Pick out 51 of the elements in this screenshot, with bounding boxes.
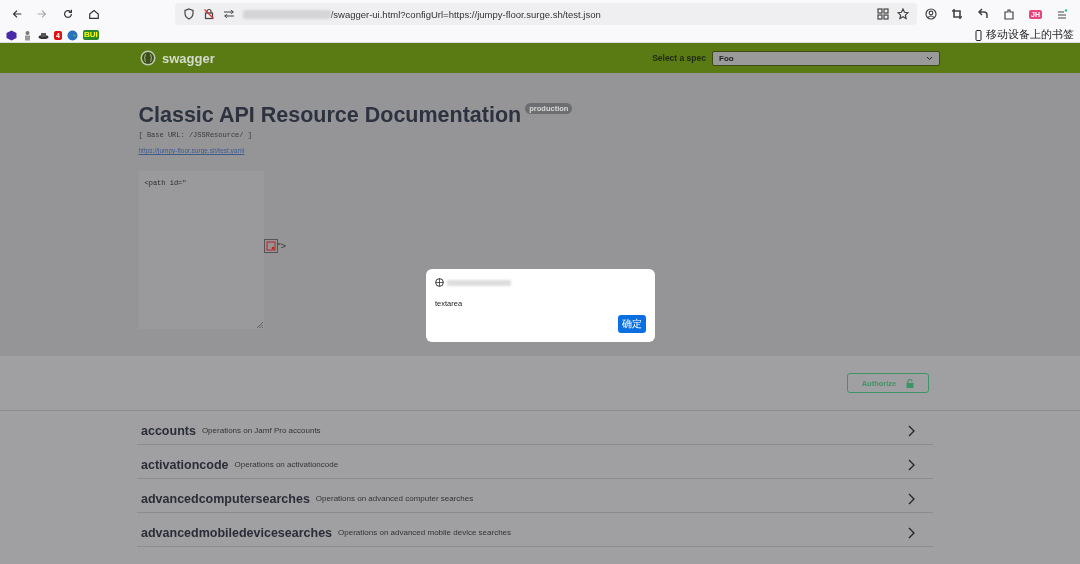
address-bar[interactable]: /swagger-ui.html?configUrl=https://jumpy-floor.surge.sh/test.json bbox=[174, 3, 918, 25]
globe-icon bbox=[435, 278, 444, 287]
spec-select[interactable]: Foo bbox=[712, 50, 940, 66]
tag-row[interactable]: advancedmobiledevicesearches Operations on advanced mobile device searches bbox=[137, 513, 933, 547]
tag-name: activationcode bbox=[141, 457, 229, 472]
reload-icon bbox=[62, 8, 75, 20]
crop-icon[interactable] bbox=[951, 8, 964, 20]
globe-icon[interactable] bbox=[66, 29, 78, 41]
broken-image-icon bbox=[263, 239, 278, 253]
qr-code-icon[interactable] bbox=[877, 8, 890, 20]
tag-description: Operations on activationcode bbox=[234, 460, 339, 469]
undo-icon[interactable] bbox=[977, 8, 990, 20]
figure-icon[interactable] bbox=[22, 29, 33, 41]
menu-icon[interactable] bbox=[1056, 8, 1068, 20]
account-icon[interactable] bbox=[925, 8, 938, 20]
tag-description: Operations on Jamf Pro accounts bbox=[201, 426, 321, 435]
url-text: /swagger-ui.html?configUrl=https://jumpy-floor.surge.sh/test.json bbox=[330, 8, 601, 20]
bookmark-label[interactable]: BUI bbox=[82, 30, 99, 40]
blurred-host bbox=[447, 279, 511, 286]
tag-row[interactable]: advancedcomputersearches Operations on advanced computer searches bbox=[137, 479, 933, 513]
tag-name: accounts bbox=[141, 423, 196, 438]
chevron-icon bbox=[907, 424, 915, 437]
mobile-bookmarks-link[interactable]: 移动设备上的书签 bbox=[986, 28, 1074, 42]
tag-row[interactable]: activationcode Operations on activationcode bbox=[137, 445, 933, 479]
lock-slash-icon bbox=[202, 8, 215, 20]
caret-icon bbox=[926, 55, 933, 61]
cube-icon[interactable] bbox=[6, 29, 17, 41]
spec-label: Select a spec bbox=[652, 53, 706, 63]
resize-grip-icon[interactable] bbox=[254, 320, 263, 328]
tag-name: advancedcomputersearches bbox=[141, 491, 310, 506]
lock-icon bbox=[906, 378, 915, 388]
chevron-icon bbox=[907, 458, 915, 471]
chevron-icon bbox=[907, 526, 915, 539]
tag-row[interactable]: accounts Operations on Jamf Pro accounts bbox=[137, 411, 933, 445]
chevron-icon bbox=[907, 492, 915, 505]
tag-description: Operations on advanced mobile device searches bbox=[338, 528, 512, 537]
page-title: Classic API Resource Documentation bbox=[138, 103, 522, 128]
shield-icon bbox=[182, 8, 195, 20]
extensions-icon[interactable] bbox=[1003, 8, 1016, 20]
star-icon[interactable] bbox=[897, 8, 910, 20]
home-icon bbox=[87, 8, 100, 20]
back-icon bbox=[10, 8, 23, 20]
injected-text: "> bbox=[277, 241, 286, 251]
phone-icon bbox=[973, 29, 984, 41]
logo-text: swagger bbox=[162, 50, 215, 66]
tag-name: advancedmobiledevicesearches bbox=[141, 525, 333, 540]
forward-icon bbox=[36, 8, 49, 20]
logo-icon bbox=[140, 50, 156, 66]
ok-button[interactable]: 确定 bbox=[618, 315, 646, 333]
tag-description: Operations on advanced computer searches bbox=[315, 494, 474, 503]
permissions-icon bbox=[222, 8, 235, 20]
